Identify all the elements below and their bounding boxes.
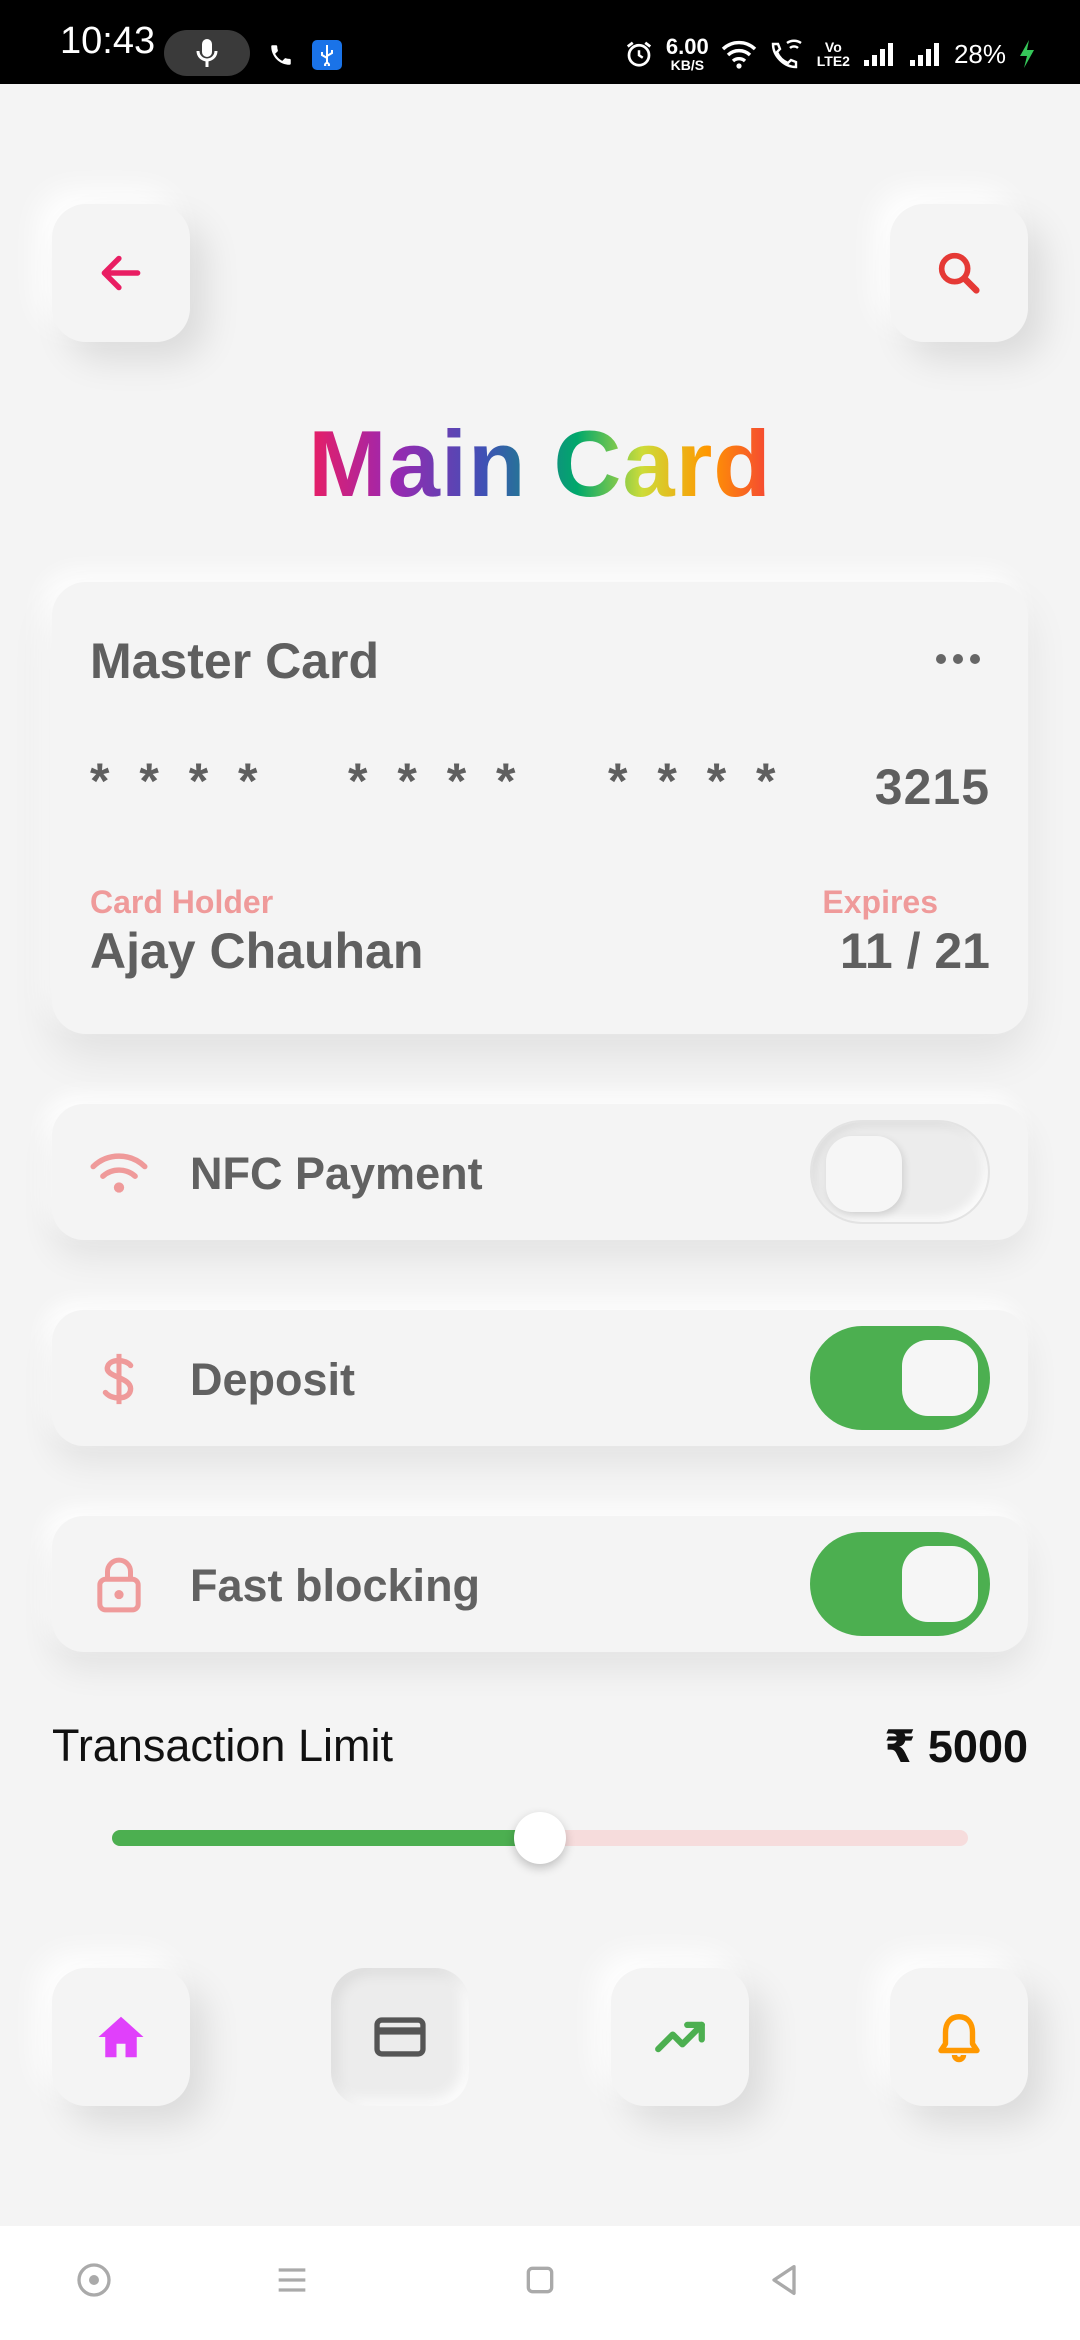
lock-icon (90, 1556, 148, 1614)
setting-label-fast-blocking: Fast blocking (190, 1560, 481, 1611)
nfc-payment-toggle[interactable] (810, 1120, 990, 1224)
nav-stats-button[interactable] (611, 1968, 749, 2106)
deposit-toggle[interactable] (810, 1326, 990, 1430)
setting-row-fast-blocking: Fast blocking (52, 1516, 1028, 1652)
card-name: Master Card (90, 633, 379, 689)
setting-label-deposit: Deposit (190, 1354, 356, 1405)
expires-value: 11 / 21 (839, 923, 990, 979)
card-number-last4: 3215 (874, 759, 990, 815)
signal-sim1-icon (863, 43, 893, 66)
volte-bottom: LTE2 (816, 53, 850, 69)
transaction-limit-slider[interactable] (112, 1812, 968, 1864)
volte-indicator: Vo LTE2 (817, 40, 850, 68)
credit-card-icon (374, 2017, 426, 2057)
system-navigation-bar (0, 2226, 1080, 2340)
toggle-knob (826, 1136, 902, 1212)
fast-blocking-toggle[interactable] (810, 1532, 990, 1636)
page-title: Main Card (0, 410, 1080, 518)
search-icon (938, 252, 980, 294)
setting-row-nfc: NFC Payment (52, 1104, 1028, 1240)
more-options-icon[interactable] (936, 654, 980, 664)
expires-label: Expires (822, 884, 938, 920)
signal-sim2-icon (909, 43, 939, 66)
card-number-group-3: * * * * (608, 753, 784, 809)
search-button[interactable] (890, 204, 1028, 342)
toggle-knob (902, 1340, 978, 1416)
battery-percent: 28% (953, 38, 1006, 69)
setting-label-nfc: NFC Payment (190, 1148, 483, 1199)
transaction-limit-label: Transaction Limit (52, 1720, 393, 1771)
network-speed-unit: KB/S (670, 57, 705, 73)
bell-icon (938, 2014, 980, 2063)
toggle-knob (902, 1546, 978, 1622)
nav-cards-button[interactable] (331, 1968, 469, 2106)
card-holder-name: Ajay Chauhan (90, 923, 424, 979)
volte-top: Vo (824, 39, 842, 55)
card-holder-label: Card Holder (90, 884, 274, 920)
screen: 10:43 6.00 KB/S Vo LTE2 28% Main Card Ma… (0, 0, 1080, 2340)
status-icons: 6.00 KB/S Vo LTE2 28% (624, 36, 1036, 72)
assistant-icon[interactable] (74, 2260, 114, 2300)
nav-notifications-button[interactable] (890, 1968, 1028, 2106)
page-title-text: Main Card (308, 411, 772, 516)
dollar-icon (90, 1350, 148, 1408)
charging-icon (1020, 40, 1034, 68)
wifi-icon (90, 1144, 148, 1202)
wifi-status-icon (721, 40, 756, 69)
phone-icon (271, 45, 291, 65)
alarm-icon (626, 41, 651, 67)
card-number-group-2: * * * * (348, 753, 524, 809)
menu-icon[interactable] (272, 2260, 312, 2300)
back-button[interactable] (52, 204, 190, 342)
credit-card-panel[interactable]: Master Card * * * * * * * * * * * * 3215… (52, 582, 1028, 1034)
usb-icon (312, 40, 342, 70)
home-square-icon[interactable] (520, 2260, 560, 2300)
setting-row-deposit: Deposit (52, 1310, 1028, 1446)
mic-indicator (164, 30, 250, 76)
network-speed-value: 6.00 (665, 34, 709, 59)
arrow-left-icon (101, 255, 141, 291)
back-triangle-icon[interactable] (764, 2260, 804, 2300)
slider-fill (112, 1830, 540, 1846)
transaction-limit-amount: ₹ 5000 (884, 1721, 1028, 1772)
wifi-calling-icon (771, 39, 802, 69)
network-speed: 6.00 KB/S (665, 34, 709, 73)
trending-up-icon (655, 2021, 705, 2053)
card-number-group-1: * * * * (90, 753, 266, 809)
nav-home-button[interactable] (52, 1968, 190, 2106)
slider-thumb[interactable] (514, 1812, 566, 1864)
status-time: 10:43 (60, 20, 156, 62)
status-bar: 10:43 6.00 KB/S Vo LTE2 28% (0, 0, 1080, 84)
microphone-icon (196, 39, 218, 67)
home-icon (98, 2016, 144, 2058)
